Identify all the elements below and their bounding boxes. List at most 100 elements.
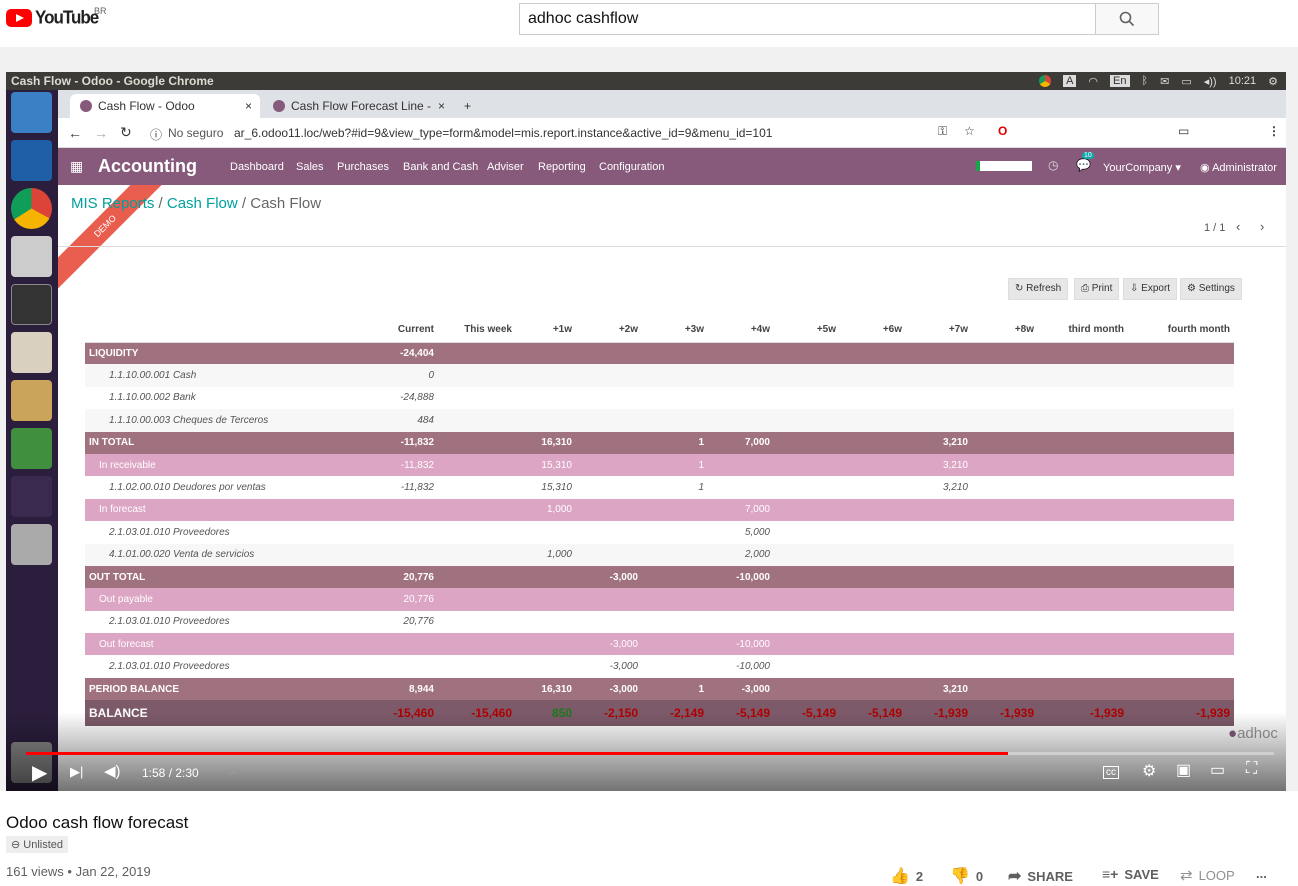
value-cell[interactable]: -10,000 (708, 655, 774, 677)
speaker-app-icon[interactable] (11, 236, 52, 277)
volume-icon[interactable]: ◀) (104, 762, 121, 780)
subtitles-icon[interactable]: cc (1103, 766, 1119, 779)
settings-gear-icon[interactable]: ⚙ (1142, 761, 1156, 781)
fullscreen-icon[interactable]: ⛶ (1246, 760, 1257, 778)
settings-button[interactable]: ⚙ Settings (1180, 278, 1242, 300)
value-cell[interactable]: 2,000 (708, 543, 774, 566)
progress-played[interactable] (26, 752, 1009, 755)
video-player[interactable]: Cash Flow - Odoo - Google Chrome A ◠ En … (6, 72, 1286, 791)
menu-dashboard[interactable]: Dashboard (230, 161, 284, 173)
files-icon[interactable] (11, 332, 52, 373)
vscode-icon[interactable] (11, 140, 52, 181)
breadcrumb-cash-flow[interactable]: Cash Flow (167, 195, 238, 212)
account-row[interactable]: 2.1.03.01.010 Proveedores -3,000 -10,000 (85, 655, 1234, 677)
value-cell (840, 633, 906, 656)
share-button[interactable]: ➦ SHARE (1008, 866, 1073, 886)
account-row[interactable]: 1.1.10.00.001 Cash 0 (85, 364, 1234, 387)
value-cell[interactable]: 1,000 (516, 543, 576, 566)
drive-icon[interactable] (11, 524, 52, 565)
menu-adviser[interactable]: Adviser (487, 161, 524, 173)
menu-reporting[interactable]: Reporting (538, 161, 586, 173)
value-cell[interactable]: 0 (360, 364, 438, 387)
chat-icon[interactable]: 💬 (1076, 158, 1091, 172)
battery-icon[interactable]: ▭ (1181, 75, 1191, 88)
breadcrumb-mis-reports[interactable]: MIS Reports (71, 195, 154, 212)
forward-arrow-icon[interactable]: → (94, 125, 108, 141)
settings-gear-icon[interactable]: ⚙ (1268, 75, 1278, 88)
security-label[interactable]: No seguro (168, 126, 223, 140)
menu-sales[interactable]: Sales (296, 161, 324, 173)
export-button[interactable]: ⇩ Export (1123, 278, 1178, 300)
play-icon[interactable]: ▶ (32, 760, 47, 785)
clock[interactable]: 10:21 (1229, 75, 1257, 87)
mail-icon[interactable]: ✉ (1160, 75, 1169, 88)
account-row[interactable]: 1.1.02.00.010 Deudores por ventas -11,832… (85, 476, 1234, 498)
app-title[interactable]: Accounting (98, 156, 197, 177)
chrome-icon[interactable] (11, 188, 52, 229)
terminal-icon[interactable] (11, 284, 52, 325)
pager-next-icon[interactable]: › (1260, 219, 1264, 234)
value-cell[interactable]: 484 (360, 409, 438, 432)
reload-icon[interactable]: ↻ (120, 124, 132, 141)
opera-extension-icon[interactable]: O (998, 124, 1007, 138)
value-cell[interactable]: -3,000 (576, 655, 642, 677)
value-cell[interactable]: 20,776 (360, 611, 438, 633)
info-icon[interactable]: ⓘ (150, 126, 162, 143)
account-row[interactable]: 2.1.03.01.010 Proveedores 20,776 (85, 611, 1234, 633)
search-input[interactable]: adhoc cashflow (519, 3, 1095, 35)
key-icon[interactable]: ⚿ (938, 124, 947, 139)
menu-bank-and-cash[interactable]: Bank and Cash (403, 161, 478, 173)
account-row[interactable]: 1.1.10.00.003 Cheques de Terceros 484 (85, 409, 1234, 432)
spreadsheet-icon[interactable] (11, 428, 52, 469)
pager-value[interactable]: 1 / 1 (1204, 222, 1225, 234)
cast-icon[interactable]: ▭ (1178, 124, 1189, 138)
url-field[interactable]: ar_6.odoo11.loc/web?#id=9&view_type=form… (234, 126, 772, 140)
browser-menu-icon[interactable]: ⋮ (1268, 124, 1280, 138)
value-cell[interactable]: 1 (642, 476, 708, 498)
save-button[interactable]: ≡+ SAVE (1102, 866, 1159, 882)
more-actions-button[interactable]: ... (1256, 866, 1267, 881)
ubuntu-dash-icon[interactable] (11, 92, 52, 133)
menu-purchases[interactable]: Purchases (337, 161, 389, 173)
wifi-icon[interactable]: ◠ (1088, 75, 1098, 88)
language-indicator[interactable]: En (1110, 75, 1130, 87)
bluetooth-icon[interactable]: ᛒ (1142, 75, 1149, 87)
new-tab-button[interactable]: + (458, 94, 482, 118)
tab-close-icon[interactable]: × (245, 99, 252, 113)
refresh-button[interactable]: ↻ Refresh (1008, 278, 1069, 300)
dislike-button[interactable]: 👎 0 (950, 866, 983, 886)
back-arrow-icon[interactable]: ← (68, 125, 82, 141)
value-cell[interactable]: 3,210 (906, 476, 972, 498)
user-menu[interactable]: ◉ Administrator (1200, 161, 1277, 174)
menu-configuration[interactable]: Configuration (599, 161, 664, 173)
map-app-icon[interactable] (11, 380, 52, 421)
apps-grid-icon[interactable]: ▦ (70, 158, 83, 175)
keyboard-indicator[interactable]: A (1063, 75, 1077, 87)
miniplayer-icon[interactable]: ▣ (1176, 760, 1191, 780)
next-icon[interactable]: ▶| (70, 764, 83, 780)
value-cell[interactable]: -24,888 (360, 387, 438, 409)
tab-close-icon[interactable]: × (438, 99, 445, 113)
tab-cash-flow[interactable]: Cash Flow - Odoo × (70, 94, 260, 118)
print-button[interactable]: ⎙ Print (1074, 278, 1120, 300)
search-button[interactable] (1095, 3, 1159, 35)
close-icon[interactable]: × (228, 764, 237, 782)
volume-icon[interactable]: ◂)) (1204, 75, 1217, 88)
tab-cash-flow-forecast-line[interactable]: Cash Flow Forecast Line - × (263, 94, 453, 118)
value-cell[interactable]: -11,832 (360, 476, 438, 498)
clock-icon[interactable]: ◷ (1048, 158, 1058, 172)
value-cell[interactable]: 15,310 (516, 476, 576, 498)
workspace-switcher-icon[interactable] (11, 476, 52, 517)
account-row[interactable]: 2.1.03.01.010 Proveedores 5,000 (85, 521, 1234, 543)
company-switcher[interactable]: YourCompany ▾ (1103, 161, 1181, 174)
value-cell (576, 611, 642, 633)
youtube-logo[interactable]: YouTube BR (6, 6, 107, 28)
theater-mode-icon[interactable]: ▭ (1210, 760, 1225, 780)
value-cell[interactable]: 5,000 (708, 521, 774, 543)
account-row[interactable]: 1.1.10.00.002 Bank -24,888 (85, 387, 1234, 409)
account-row[interactable]: 4.1.01.00.020 Venta de servicios 1,000 2,0… (85, 543, 1234, 566)
pager-prev-icon[interactable]: ‹ (1236, 219, 1240, 234)
bookmark-star-icon[interactable]: ☆ (964, 124, 975, 138)
like-button[interactable]: 👍 2 (890, 866, 923, 886)
loop-button[interactable]: ⇄ LOOP (1180, 866, 1235, 884)
